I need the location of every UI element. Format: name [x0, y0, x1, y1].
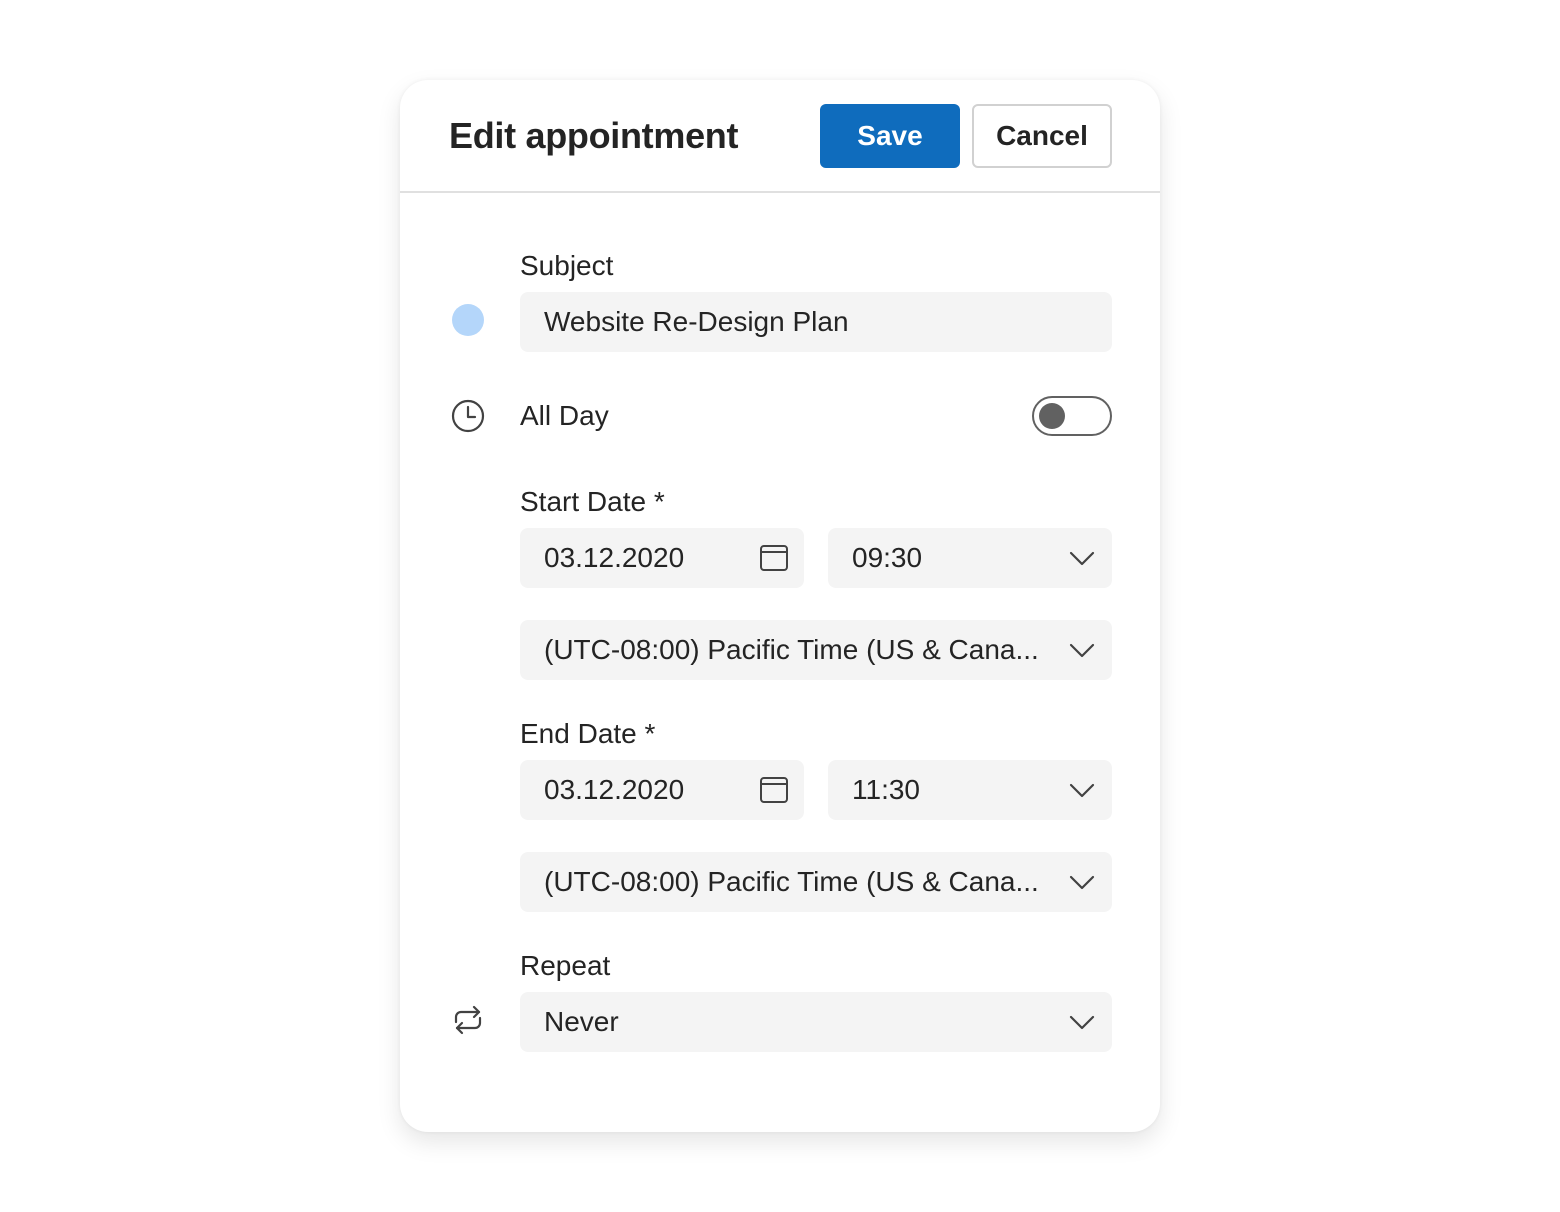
chevron-down-icon	[1069, 875, 1095, 890]
edit-appointment-dialog: Edit appointment Save Cancel Subject Web…	[400, 80, 1160, 1132]
dialog-title: Edit appointment	[449, 115, 739, 156]
repeat-icon	[454, 1005, 482, 1035]
toggle-knob	[1039, 403, 1065, 429]
cancel-button[interactable]: Cancel	[972, 104, 1112, 168]
calendar-icon[interactable]	[758, 542, 790, 574]
chevron-down-icon	[1069, 1015, 1095, 1030]
category-color-dot[interactable]	[452, 304, 484, 336]
start-date-picker[interactable]: 03.12.2020	[520, 528, 804, 588]
start-timezone-value: (UTC-08:00) Pacific Time (US & Cana...	[544, 634, 1039, 665]
end-timezone-value: (UTC-08:00) Pacific Time (US & Cana...	[544, 866, 1039, 897]
chevron-down-icon	[1069, 643, 1095, 658]
repeat-label: Repeat	[520, 950, 611, 981]
start-time-dropdown[interactable]: 09:30	[828, 528, 1112, 588]
start-date-label: Start Date *	[520, 486, 665, 517]
save-button[interactable]: Save	[820, 104, 960, 168]
repeat-dropdown[interactable]: Never	[520, 992, 1112, 1052]
all-day-toggle[interactable]	[1032, 396, 1112, 436]
end-date-picker[interactable]: 03.12.2020	[520, 760, 804, 820]
subject-label: Subject	[520, 250, 614, 281]
subject-value: Website Re-Design Plan	[544, 306, 849, 337]
end-time-dropdown[interactable]: 11:30	[828, 760, 1112, 820]
chevron-down-icon	[1069, 551, 1095, 566]
end-date-label: End Date *	[520, 718, 656, 749]
clock-icon	[451, 399, 485, 433]
all-day-label: All Day	[520, 400, 609, 431]
calendar-icon[interactable]	[758, 774, 790, 806]
start-timezone-dropdown[interactable]: (UTC-08:00) Pacific Time (US & Cana...	[520, 620, 1112, 680]
end-timezone-dropdown[interactable]: (UTC-08:00) Pacific Time (US & Cana...	[520, 852, 1112, 912]
chevron-down-icon	[1069, 783, 1095, 798]
repeat-value: Never	[544, 1006, 619, 1037]
dialog-header: Edit appointment Save Cancel	[400, 80, 1160, 193]
subject-input[interactable]: Website Re-Design Plan	[520, 292, 1112, 352]
